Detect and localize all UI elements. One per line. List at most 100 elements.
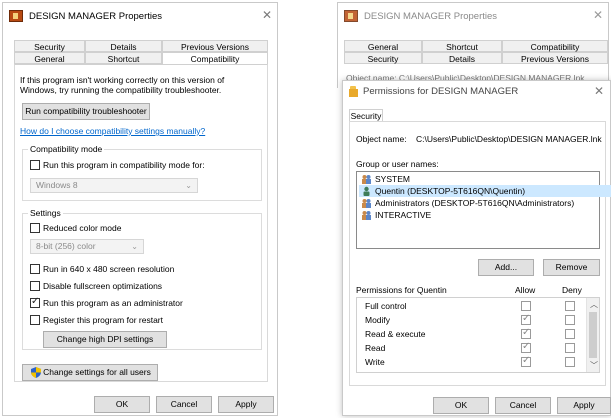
settings-group: Settings Reduced color mode 8-bit (256) … <box>22 208 262 350</box>
user-item-quentin[interactable]: Quentin (DESKTOP-5T616QN\Quentin) <box>359 185 611 197</box>
security-panel: Object name: C:\Users\Public\Desktop\DES… <box>349 121 611 386</box>
cancel-button[interactable]: Cancel <box>495 397 551 414</box>
compat-mode-checkbox[interactable] <box>30 160 40 170</box>
permissions-dialog: Permissions for DESIGN MANAGER ✕ Securit… <box>342 80 611 416</box>
tab-details[interactable]: Details <box>85 40 162 52</box>
apply-button[interactable]: Apply <box>557 397 611 414</box>
deny-read-checkbox[interactable] <box>565 343 575 353</box>
allow-modify-checkbox[interactable] <box>521 313 531 325</box>
settings-legend: Settings <box>28 208 63 219</box>
remove-button[interactable]: Remove <box>543 259 600 276</box>
run-as-admin-checkbox[interactable] <box>30 296 40 308</box>
chevron-up-icon[interactable]: ︿ <box>590 299 598 310</box>
apply-button[interactable]: Apply <box>218 396 274 413</box>
user-item-label: SYSTEM <box>375 174 410 184</box>
disable-fullscreen-checkbox[interactable] <box>30 281 40 291</box>
res-640-checkbox[interactable] <box>30 264 40 274</box>
change-dpi-button[interactable]: Change high DPI settings <box>43 331 167 348</box>
tab-security[interactable]: Security <box>344 52 422 64</box>
deny-full-control-checkbox[interactable] <box>565 301 575 311</box>
title-bar[interactable]: Permissions for DESIGN MANAGER ✕ <box>343 81 610 103</box>
allow-full-control-checkbox[interactable] <box>521 301 531 311</box>
deny-modify-checkbox[interactable] <box>565 315 575 325</box>
chevron-down-icon[interactable]: ﹀ <box>590 360 598 371</box>
help-link[interactable]: How do I choose compatibility settings m… <box>20 126 205 137</box>
design-manager-app-icon <box>344 10 358 22</box>
chevron-down-icon: ⌄ <box>131 242 138 251</box>
chevron-down-icon: ⌄ <box>185 181 192 190</box>
perm-read-execute: Read & execute <box>365 329 426 339</box>
scrollbar-thumb[interactable] <box>589 312 597 358</box>
window-title: Permissions for DESIGN MANAGER <box>363 86 519 97</box>
deny-read-execute-checkbox[interactable] <box>565 329 575 339</box>
ok-button[interactable]: OK <box>433 397 489 414</box>
folder-lock-icon <box>349 86 358 97</box>
reduced-color-label: Reduced color mode <box>43 223 122 233</box>
res-640-label: Run in 640 x 480 screen resolution <box>43 264 175 274</box>
user-item-system[interactable]: SYSTEM <box>359 173 611 185</box>
window-title: DESIGN MANAGER Properties <box>364 11 498 22</box>
close-icon[interactable]: ✕ <box>262 9 272 21</box>
compatibility-mode-group: Compatibility mode Run this program in c… <box>22 144 262 201</box>
disable-fullscreen-label: Disable fullscreen optimizations <box>43 281 163 291</box>
allow-header: Allow <box>515 285 536 295</box>
permissions-scrollbar[interactable]: ︿ ﹀ <box>586 298 599 372</box>
users-listbox: SYSTEM Quentin (DESKTOP-5T616QN\Quentin)… <box>356 171 611 249</box>
deny-write-checkbox[interactable] <box>565 357 575 367</box>
tab-compatibility[interactable]: Compatibility <box>502 40 608 52</box>
tab-shortcut[interactable]: Shortcut <box>422 40 502 52</box>
user-item-label: Administrators (DESKTOP-5T616QN\Administ… <box>375 198 575 208</box>
permissions-list: Full control Modify Read & execute Read … <box>356 297 600 373</box>
run-as-admin-label: Run this program as an administrator <box>43 298 183 308</box>
register-restart-checkbox[interactable] <box>30 315 40 325</box>
add-button[interactable]: Add... <box>478 259 534 276</box>
tab-security[interactable]: Security <box>14 40 85 52</box>
shield-icon <box>31 367 41 378</box>
allow-write-checkbox[interactable] <box>521 355 531 367</box>
perm-full-control: Full control <box>365 301 407 311</box>
perm-modify: Modify <box>365 315 391 325</box>
tab-previous-versions[interactable]: Previous Versions <box>502 52 608 64</box>
reduced-color-checkbox[interactable] <box>30 223 40 233</box>
compatibility-mode-legend: Compatibility mode <box>28 144 105 155</box>
user-icon <box>361 186 372 196</box>
cancel-button[interactable]: Cancel <box>156 396 212 413</box>
deny-header: Deny <box>562 285 582 295</box>
intro-text: If this program isn't working correctly … <box>20 75 225 95</box>
close-icon[interactable]: ✕ <box>594 85 604 97</box>
object-name-value: C:\Users\Public\Desktop\DESIGN MANAGER.l… <box>416 134 602 144</box>
color-depth-value: 8-bit (256) color <box>36 241 96 251</box>
object-name-label: Object name: <box>356 134 407 144</box>
run-troubleshooter-button[interactable]: Run compatibility troubleshooter <box>22 103 150 120</box>
allow-read-execute-checkbox[interactable] <box>521 327 531 339</box>
title-bar[interactable]: DESIGN MANAGER Properties ✕ <box>3 3 277 31</box>
tab-details[interactable]: Details <box>422 52 502 64</box>
properties-dialog: DESIGN MANAGER Properties ✕ Security Det… <box>2 2 278 416</box>
perm-read: Read <box>365 343 386 353</box>
color-depth-select[interactable]: 8-bit (256) color ⌄ <box>30 239 144 254</box>
tab-shortcut[interactable]: Shortcut <box>85 52 162 64</box>
tab-general[interactable]: General <box>344 40 422 52</box>
group-icon <box>361 210 372 220</box>
permissions-for-label: Permissions for Quentin <box>356 285 447 295</box>
user-item-label: INTERACTIVE <box>375 210 432 220</box>
design-manager-app-icon <box>9 10 23 22</box>
window-title: DESIGN MANAGER Properties <box>29 11 163 22</box>
user-item-interactive[interactable]: INTERACTIVE <box>359 209 611 221</box>
tab-general[interactable]: General <box>14 52 85 64</box>
title-bar[interactable]: DESIGN MANAGER Properties ✕ <box>338 3 608 31</box>
close-icon[interactable]: ✕ <box>593 9 603 21</box>
register-restart-label: Register this program for restart <box>43 315 163 325</box>
allow-read-checkbox[interactable] <box>521 341 531 353</box>
group-icon <box>361 198 372 208</box>
os-select-value: Windows 8 <box>36 180 78 190</box>
user-item-administrators[interactable]: Administrators (DESKTOP-5T616QN\Administ… <box>359 197 611 209</box>
change-all-users-label: Change settings for all users <box>43 367 151 377</box>
change-all-users-button[interactable]: Change settings for all users <box>22 364 158 381</box>
perm-write: Write <box>365 357 385 367</box>
group-icon <box>361 174 372 184</box>
tab-previous-versions[interactable]: Previous Versions <box>162 40 268 52</box>
compat-mode-label: Run this program in compatibility mode f… <box>43 160 205 170</box>
ok-button[interactable]: OK <box>94 396 150 413</box>
os-select[interactable]: Windows 8 ⌄ <box>30 178 198 193</box>
